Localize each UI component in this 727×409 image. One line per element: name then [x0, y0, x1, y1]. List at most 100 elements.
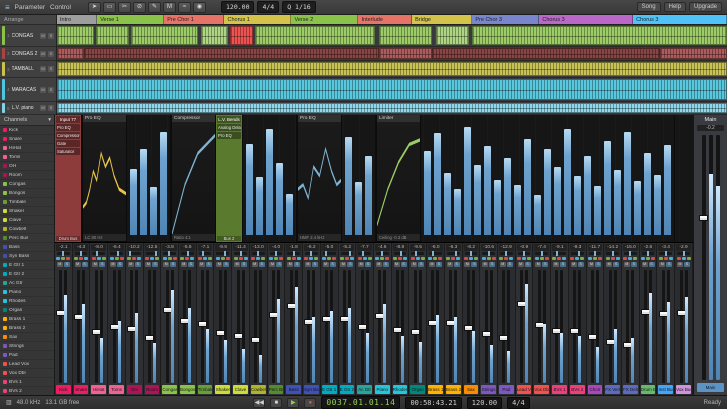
mixer-strip[interactable]: -6.4MSToms	[108, 243, 126, 395]
performance-meter-icon[interactable]: ▥	[6, 399, 12, 406]
mute-button[interactable]: M	[40, 66, 46, 72]
solo-button[interactable]: S	[152, 262, 158, 267]
channel-list-item[interactable]: Snare	[0, 135, 54, 144]
channel-label[interactable]: FX Verb	[605, 385, 620, 394]
mute-button[interactable]: M	[40, 33, 46, 39]
mixer-strip[interactable]: -8.2MSSax	[463, 243, 481, 395]
arrow-tool[interactable]: ➤	[88, 2, 101, 13]
fader-track[interactable]	[591, 270, 594, 383]
insert-slot[interactable]: Gate	[56, 140, 80, 147]
send-slot[interactable]	[239, 257, 243, 260]
mute-button[interactable]: M	[340, 262, 346, 267]
pan-control[interactable]	[465, 252, 478, 255]
solo-button[interactable]: S	[560, 262, 566, 267]
send-slot[interactable]	[593, 257, 597, 260]
send-slot[interactable]	[127, 257, 131, 260]
channel-list-item[interactable]: Lead Vox	[0, 360, 54, 369]
channel-label[interactable]: Rhodes	[393, 385, 408, 394]
audio-clip[interactable]	[255, 26, 376, 45]
pan-control[interactable]	[57, 252, 70, 255]
mixer-strip[interactable]: -2.1MSKick	[55, 243, 73, 395]
section-marker[interactable]: Intro	[57, 15, 97, 24]
channel-list-item[interactable]: Pad	[0, 351, 54, 360]
pan-control[interactable]	[234, 252, 247, 255]
channel-label[interactable]: HiHat	[91, 385, 106, 394]
channel-list-item[interactable]: Toms	[0, 153, 54, 162]
tempo-readout[interactable]: 120.00	[467, 397, 502, 409]
send-slot[interactable]	[274, 257, 278, 260]
channel-list-item[interactable]: Syn Bass	[0, 252, 54, 261]
solo-button[interactable]: S	[365, 262, 371, 267]
solo-button[interactable]: S	[542, 262, 548, 267]
send-slot[interactable]	[504, 257, 508, 260]
send-slot[interactable]	[345, 257, 349, 260]
solo-button[interactable]: S	[188, 262, 194, 267]
pan-control[interactable]	[411, 252, 424, 255]
send-slot[interactable]	[92, 257, 96, 260]
channel-list-item[interactable]: E Gtr 2	[0, 270, 54, 279]
mute-button[interactable]: M	[553, 262, 559, 267]
send-slot[interactable]	[552, 257, 556, 260]
send-slot[interactable]	[190, 257, 194, 260]
mixer-strip[interactable]: -7.1MSTimbale	[197, 243, 215, 395]
channel-label[interactable]: Lead Vox	[517, 385, 532, 394]
pan-control[interactable]	[571, 252, 584, 255]
channel-label[interactable]: Bass	[286, 385, 301, 394]
channel-list-item[interactable]: Shaker	[0, 207, 54, 216]
send-slot[interactable]	[110, 257, 114, 260]
fader-track[interactable]	[485, 270, 488, 383]
send-slot[interactable]	[421, 257, 425, 260]
channel-label[interactable]: Pad	[499, 385, 514, 394]
send-slot[interactable]	[132, 257, 136, 260]
mute-button[interactable]: M	[163, 262, 169, 267]
pan-control[interactable]	[146, 252, 159, 255]
play-button[interactable]: ▶	[287, 398, 299, 408]
fader-track[interactable]	[183, 270, 186, 383]
mixer-strip[interactable]: -6.3MSBrass 2	[445, 243, 463, 395]
mixer-strip[interactable]: -4.6MSPiano	[374, 243, 392, 395]
mute-button[interactable]: M	[269, 262, 275, 267]
send-slot[interactable]	[221, 257, 225, 260]
channel-list-item[interactable]: Congas	[0, 180, 54, 189]
audio-clip[interactable]	[96, 26, 130, 45]
send-slot[interactable]	[251, 257, 255, 260]
mute-button[interactable]: M	[199, 262, 205, 267]
send-slot[interactable]	[438, 257, 442, 260]
send-slot[interactable]	[611, 257, 615, 260]
solo-button[interactable]: S	[595, 262, 601, 267]
channel-label[interactable]: Timbale	[198, 385, 213, 394]
send-slot[interactable]	[115, 257, 119, 260]
solo-button[interactable]: S	[330, 262, 336, 267]
solo-button[interactable]: S	[48, 51, 54, 57]
send-slot[interactable]	[168, 257, 172, 260]
pan-control[interactable]	[447, 252, 460, 255]
range-tool[interactable]: ▭	[103, 2, 116, 13]
send-slot[interactable]	[173, 257, 177, 260]
solo-button[interactable]: S	[347, 262, 353, 267]
mute-button[interactable]: M	[411, 262, 417, 267]
audio-clip[interactable]	[432, 48, 660, 59]
fader-track[interactable]	[680, 270, 683, 383]
send-slot[interactable]	[350, 257, 354, 260]
fader-track[interactable]	[573, 270, 576, 383]
send-slot[interactable]	[557, 257, 561, 260]
audio-clip[interactable]	[57, 62, 727, 76]
pan-control[interactable]	[376, 252, 389, 255]
mixer-strip[interactable]: -2.9MSVox Bus	[675, 243, 693, 395]
toolbar-button[interactable]: Song	[637, 2, 661, 12]
send-slot[interactable]	[380, 257, 384, 260]
plugin-panel[interactable]: LimiterCeiling -0.3 dB	[376, 115, 421, 242]
filter-icon[interactable]: ▾	[48, 115, 51, 125]
send-slot[interactable]	[492, 257, 496, 260]
pan-control[interactable]	[305, 252, 318, 255]
mixer-strip[interactable]: -5.6MSBongos	[179, 243, 197, 395]
channel-label[interactable]: Congas	[162, 385, 177, 394]
pan-control[interactable]	[163, 252, 176, 255]
send-slot[interactable]	[446, 257, 450, 260]
channel-label[interactable]: OH	[127, 385, 142, 394]
send-slot[interactable]	[137, 257, 141, 260]
send-slot[interactable]	[651, 257, 655, 260]
channel-label[interactable]: FX Delay	[623, 385, 638, 394]
mixer-strip[interactable]: -4.0MSPerc Bus	[268, 243, 286, 395]
solo-button[interactable]: S	[489, 262, 495, 267]
